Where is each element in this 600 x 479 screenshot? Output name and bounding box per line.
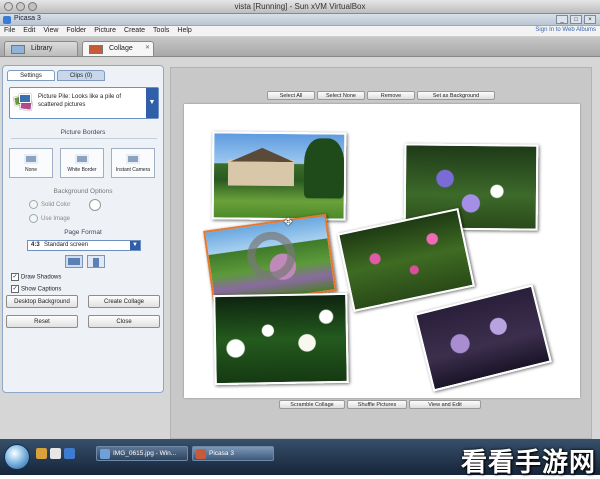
use-image-label: Use Image [41,216,71,223]
menu-folder[interactable]: Folder [62,26,90,34]
show-captions-label: Show Captions [21,286,62,293]
show-captions-checkbox[interactable]: ✓ Show Captions [11,285,61,293]
quicklaunch-icon[interactable] [64,448,75,459]
menu-tools[interactable]: Tools [149,26,173,34]
sign-in-link[interactable]: Sign In to Web Albums [535,27,596,33]
tab-library[interactable]: Library [4,41,78,56]
select-all-button[interactable]: Select All [267,91,315,100]
host-title-bar: vista [Running] - Sun xVM VirtualBox [0,0,600,14]
create-collage-button[interactable]: Create Collage [88,295,160,308]
collage-photo[interactable] [213,292,349,386]
picture-borders-heading: Picture Borders [60,129,106,136]
settings-panel: Settings Clips (0) Picture Pile: Looks l… [2,65,164,393]
solid-color-radio[interactable]: Solid Color [29,200,70,209]
shuffle-pictures-button[interactable]: Shuffle Pictures [347,400,407,409]
collage-icon [89,45,103,54]
quicklaunch-icon[interactable] [36,448,47,459]
set-as-background-button[interactable]: Set as Background [417,91,495,100]
image-viewer-icon [100,449,110,459]
chevron-down-icon[interactable]: ▼ [130,241,140,250]
menu-create[interactable]: Create [120,26,149,34]
collage-photo[interactable] [211,131,347,221]
collage-type-select[interactable]: Picture Pile: Looks like a pile of scatt… [9,87,159,119]
collage-photo[interactable] [337,207,475,313]
collage-type-label: Picture Pile: Looks like a pile of scatt… [38,94,122,108]
menu-edit[interactable]: Edit [19,26,39,34]
portrait-button[interactable] [87,255,105,268]
select-none-button[interactable]: Select None [317,91,365,100]
solid-color-label: Solid Color [41,202,71,209]
tab-settings[interactable]: Settings [7,70,55,81]
picasa-icon [3,16,11,24]
border-instant-icon [126,154,140,164]
host-window-title: vista [Running] - Sun xVM VirtualBox [234,2,366,11]
taskbar-item-active[interactable]: Picasa 3 [192,446,274,461]
maximize-button[interactable]: □ [570,15,582,24]
page-format-ratio: 4:3 [31,242,40,248]
close-button[interactable]: × [584,15,596,24]
menu-view[interactable]: View [39,26,62,34]
color-swatch[interactable] [89,199,101,211]
taskbar-item-label: Picasa 3 [209,450,234,457]
remove-button[interactable]: Remove [367,91,415,100]
chevron-down-icon[interactable]: ▼ [146,88,158,118]
divider [11,138,157,139]
start-button[interactable] [4,444,30,470]
border-white-label: White Border [67,167,97,173]
close-tab-icon[interactable]: ✕ [145,44,150,51]
draw-shadows-label: Draw Shadows [21,274,62,281]
picasa-icon [196,449,206,459]
border-white-button[interactable]: White Border [60,148,104,178]
tab-clips[interactable]: Clips (0) [57,70,105,81]
desktop-background-button[interactable]: Desktop Background [6,295,78,308]
watermark: 看看手游网 [460,448,596,478]
app-title-bar: Picasa 3 _ □ × [0,14,600,26]
quicklaunch-icon[interactable] [50,448,61,459]
border-none-button[interactable]: None [9,148,53,178]
tab-collage[interactable]: Collage ✕ [82,41,154,56]
page-format-select[interactable]: 4:3 Standard screen ▼ [27,240,141,251]
border-white-icon [75,154,89,164]
taskbar-item[interactable]: IMG_0615.jpg - Win... [96,446,188,461]
border-none-label: None [25,167,37,173]
tab-library-label: Library [31,45,53,52]
border-instant-label: Instant Camera [115,167,151,173]
menu-bar: File Edit View Folder Picture Create Tools Help… [0,26,600,37]
taskbar-item-label: IMG_0615.jpg - Win... [113,450,177,457]
collage-page: ✥ [184,104,580,398]
reset-button[interactable]: Reset [6,315,78,328]
menu-picture[interactable]: Picture [90,26,120,34]
picture-pile-icon [13,94,34,112]
tab-collage-label: Collage [109,45,133,52]
border-none-icon [24,154,38,164]
portrait-icon [93,258,99,267]
background-options-heading: Background Options [53,188,113,195]
library-icon [11,45,25,54]
landscape-button[interactable] [65,255,83,268]
close-collage-button[interactable]: Close [88,315,160,328]
use-image-radio[interactable]: Use Image [29,214,70,223]
view-and-edit-button[interactable]: View and Edit [409,400,481,409]
menu-help[interactable]: Help [173,26,195,34]
landscape-icon [68,258,80,265]
app-title: Picasa 3 [14,15,41,22]
move-cursor-icon: ✥ [284,217,293,228]
page-format-heading: Page Format [64,229,102,236]
collage-photo[interactable] [414,284,552,392]
scramble-collage-button[interactable]: Scramble Collage [279,400,345,409]
minimize-button[interactable]: _ [556,15,568,24]
menu-file[interactable]: File [0,26,19,34]
border-instant-camera-button[interactable]: Instant Camera [111,148,155,178]
page-format-label: Standard screen [44,242,89,248]
view-tabs: Library Collage ✕ [0,37,600,57]
draw-shadows-checkbox[interactable]: ✓ Draw Shadows [11,273,61,281]
